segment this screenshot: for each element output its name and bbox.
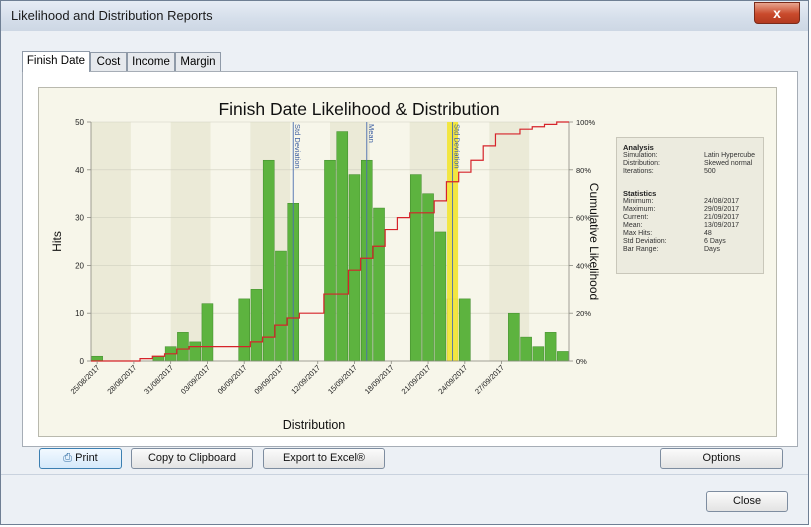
- x-tick-label: 12/09/2017: [289, 363, 322, 396]
- statistics-key: Max Hits:: [623, 230, 653, 237]
- bar: [459, 298, 471, 362]
- bar: [177, 332, 189, 362]
- marker-label: Mean: [367, 124, 376, 143]
- statistics-value: 13/09/2017: [704, 222, 740, 229]
- marker-label: Std Deviation: [293, 124, 302, 169]
- plot-area: Std Deviation Mean Std Deviation 0 10 20 30 40 5…: [69, 118, 596, 396]
- analysis-key: Distribution:: [623, 160, 660, 167]
- x-tick-label: 21/09/2017: [400, 363, 433, 396]
- y-tick-label: 30: [75, 214, 84, 223]
- bar: [410, 174, 422, 362]
- x-tick-label: 25/08/2017: [69, 363, 102, 396]
- statistics-value: 48: [704, 230, 712, 237]
- y-tick-label: 40: [75, 166, 84, 175]
- footer-separator: [1, 474, 808, 475]
- bar: [250, 289, 263, 362]
- y2-axis-label: Cumulative Likelihood: [587, 183, 601, 300]
- marker-label: Std Deviation: [453, 124, 462, 169]
- print-label: Print: [75, 452, 98, 464]
- x-tick-label: 06/09/2017: [216, 363, 249, 396]
- bar: [532, 346, 545, 362]
- analysis-value: Latin Hypercube: [704, 152, 755, 159]
- x-tick-label: 15/09/2017: [326, 363, 359, 396]
- printer-icon: ⎙: [63, 452, 73, 464]
- close-button[interactable]: Close: [706, 491, 788, 512]
- analysis-value: 500: [704, 168, 716, 175]
- y-axis-label: Hits: [50, 231, 64, 252]
- y-tick-label: 0: [80, 357, 85, 366]
- bar: [238, 298, 250, 362]
- analysis-heading: Analysis: [623, 143, 654, 152]
- statistics-key: Maximum:: [623, 206, 656, 213]
- bar: [336, 131, 349, 362]
- y2-tick-label: 20%: [576, 309, 591, 318]
- bar: [348, 174, 361, 362]
- tab-income[interactable]: Income: [127, 52, 175, 71]
- x-tick-label: 27/09/2017: [473, 363, 506, 396]
- options-button[interactable]: Options: [660, 448, 783, 469]
- statistics-value: 21/09/2017: [704, 214, 740, 221]
- x-tick-label: 03/09/2017: [179, 363, 212, 396]
- statistics-value: 24/08/2017: [704, 198, 740, 205]
- y2-tick-label: 100%: [576, 118, 596, 127]
- statistics-value: 29/09/2017: [704, 206, 740, 213]
- bar: [201, 303, 214, 362]
- bar: [544, 332, 557, 362]
- tab-finish-date[interactable]: Finish Date: [22, 51, 90, 72]
- statistics-key: Current:: [623, 214, 649, 221]
- x-tick-label: 24/09/2017: [436, 363, 469, 396]
- tab-cost[interactable]: Cost: [90, 52, 127, 71]
- report-window: Likelihood and Distribution Reports x Fi…: [0, 0, 809, 525]
- statistics-heading: Statistics: [623, 189, 657, 198]
- y2-tick-label: 0%: [576, 357, 587, 366]
- statistics-key: Mean:: [623, 222, 643, 229]
- y-tick-label: 10: [75, 309, 84, 318]
- y2-tick-label: 80%: [576, 166, 591, 175]
- statistics-key: Std Deviation:: [623, 238, 667, 245]
- export-to-excel-button[interactable]: Export to Excel®: [263, 448, 385, 469]
- statistics-key: Minimum:: [623, 198, 654, 205]
- bar: [434, 231, 447, 362]
- bar: [189, 341, 201, 362]
- chart-area: Finish Date Likelihood & Distribution Hi…: [38, 87, 777, 437]
- y-tick-label: 50: [75, 118, 84, 127]
- window-title: Likelihood and Distribution Reports: [11, 8, 213, 23]
- bar: [91, 355, 103, 362]
- x-axis-label: Distribution: [283, 418, 346, 432]
- x-tick-label: 09/09/2017: [252, 363, 285, 396]
- bar: [262, 159, 275, 362]
- statistics-key: Bar Range:: [623, 246, 659, 253]
- bar: [324, 159, 336, 362]
- statistics-value: Days: [704, 246, 720, 253]
- print-button[interactable]: ⎙ Print: [39, 448, 122, 469]
- bar: [152, 355, 165, 362]
- bar: [520, 336, 532, 362]
- tab-panel: Finish Date Likelihood & Distribution Hi…: [22, 71, 798, 447]
- tab-margin[interactable]: Margin: [175, 52, 221, 71]
- x-tick-label: 18/09/2017: [363, 363, 396, 396]
- chart-title: Finish Date Likelihood & Distribution: [218, 99, 499, 119]
- title-bar: Likelihood and Distribution Reports x: [1, 1, 808, 31]
- bar: [508, 312, 520, 362]
- analysis-value: Skewed normal: [704, 160, 753, 167]
- x-tick-label: 31/08/2017: [142, 363, 175, 396]
- bar: [373, 207, 385, 362]
- statistics-value: 6 Days: [704, 238, 726, 245]
- bar: [422, 193, 434, 362]
- bar: [557, 351, 569, 362]
- plot-band: [91, 122, 131, 361]
- analysis-key: Iterations:: [623, 168, 654, 175]
- y-tick-label: 20: [75, 261, 84, 270]
- x-tick-label: 28/08/2017: [105, 363, 138, 396]
- bar: [275, 250, 287, 362]
- analysis-key: Simulation:: [623, 152, 658, 159]
- y2-tick-label: 40%: [576, 261, 591, 270]
- copy-to-clipboard-button[interactable]: Copy to Clipboard: [131, 448, 253, 469]
- y2-tick-label: 60%: [576, 214, 591, 223]
- window-close-button[interactable]: x: [754, 2, 800, 24]
- statistics-panel: Analysis Simulation: Latin Hypercube Dis…: [616, 137, 764, 274]
